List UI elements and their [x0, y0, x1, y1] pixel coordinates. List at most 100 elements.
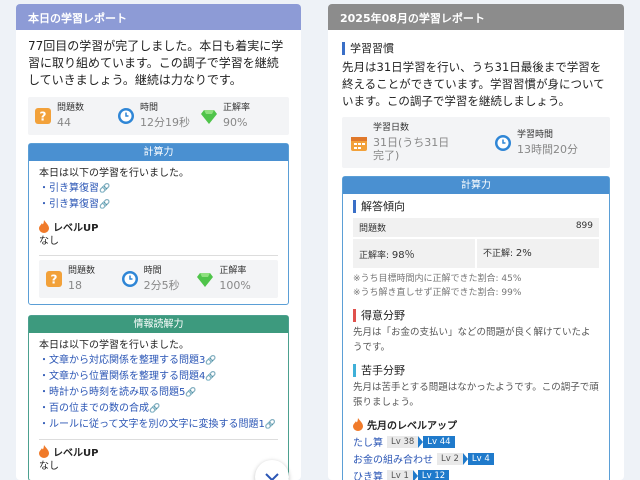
- keisan-header: 計算力: [29, 144, 288, 161]
- incorrect-rate: 不正解: 2%: [475, 239, 599, 268]
- keisan-link-2[interactable]: ・引き算復習🔗: [39, 197, 278, 213]
- divider: [39, 255, 278, 256]
- habit-title: 学習習慣: [342, 42, 610, 55]
- levelup-label: レベルUP: [53, 223, 99, 234]
- daily-report-panel: 本日の学習レポート 77回目の学習が完了しました。本日も着実に学習に取り組めてい…: [16, 4, 301, 480]
- daily-report-header: 本日の学習レポート: [16, 4, 301, 30]
- stat-label: 問題数: [57, 103, 85, 113]
- joho-link-5[interactable]: ・ルールに従って文字を別の文字に変換する問題1🔗: [39, 417, 278, 433]
- keisan-stats: ? 問題数 18 時間 2分5秒 正解率 100%: [39, 260, 278, 298]
- divider: [39, 439, 278, 440]
- stat-label: 問題数: [68, 266, 96, 276]
- level-old: Lv 2: [437, 452, 463, 465]
- level-new: Lv 44: [423, 435, 455, 448]
- stat-time: 時間 2分5秒: [121, 266, 197, 292]
- note-within-time: ※うち目標時間内に正解できた割合: 45%: [353, 274, 522, 284]
- link-text: ・文章から位置関係を整理する問題4: [39, 371, 206, 382]
- keisan-card: 計算力 本日は以下の学習を行いました。 ・引き算復習🔗 ・引き算復習🔗 レベルU…: [28, 143, 289, 305]
- stat-study-time: 学習時間 13時間20分: [458, 123, 602, 162]
- link-text: ・引き算復習: [39, 183, 99, 194]
- link-text: ・文章から対応関係を整理する問題3: [39, 355, 206, 366]
- joho-header: 情報読解力: [29, 316, 288, 333]
- monthly-report-header: 2025年08月の学習レポート: [328, 4, 624, 30]
- stat-label: 学習日数: [373, 123, 410, 133]
- flame-icon: [39, 445, 49, 458]
- stat-accuracy: 正解率 100%: [196, 266, 272, 292]
- stat-days: 学習日数 31日(うち31日完了): [350, 123, 458, 162]
- habit-text: 先月は31日学習を行い、うち31日最後まで学習を終えることができています。学習習…: [342, 60, 605, 108]
- weak-title: 苦手分野: [353, 364, 599, 377]
- stat-label: 時間: [143, 266, 162, 276]
- monthly-calc-card: 計算力 解答傾向 問題数 899 正解率: 98％ 不正解: 2% ※うち目標時…: [342, 176, 610, 480]
- trend-title: 解答傾向: [353, 200, 599, 213]
- joho-link-1[interactable]: ・文章から対応関係を整理する問題3🔗: [39, 353, 278, 369]
- weak-text: 先月は苦手とする問題はなかったようです。この調子で頑張りましょう。: [353, 382, 599, 408]
- joho-desc: 本日は以下の学習を行いました。: [39, 340, 189, 351]
- link-icon: 🔗: [185, 388, 197, 398]
- clock-icon: [121, 271, 138, 287]
- count-label: 問題数: [359, 224, 387, 234]
- level-old: Lv 1: [387, 469, 413, 480]
- clock-icon: [118, 108, 134, 124]
- joho-link-2[interactable]: ・文章から位置関係を整理する問題4🔗: [39, 369, 278, 385]
- stat-value: 12分19秒: [140, 116, 190, 129]
- levelup-label: レベルUP: [53, 448, 99, 459]
- levelup-value: なし: [39, 236, 59, 247]
- correct-value: 98％: [391, 250, 415, 261]
- question-count-row: 問題数 899: [353, 218, 599, 237]
- stat-label: 正解率: [219, 266, 247, 276]
- levelup-title: 先月のレベルアップ: [367, 421, 457, 432]
- stat-accuracy: 正解率 90%: [200, 103, 283, 129]
- svg-text:?: ?: [51, 273, 58, 287]
- link-icon: 🔗: [205, 372, 217, 382]
- link-icon: 🔗: [99, 184, 111, 194]
- rate-row: 正解率: 98％ 不正解: 2%: [353, 239, 599, 268]
- level-old: Lv 38: [387, 435, 419, 448]
- joho-link-4[interactable]: ・百の位までの数の合成🔗: [39, 401, 278, 417]
- stat-label: 正解率: [223, 103, 251, 113]
- strong-text: 先月は「お金の支払い」などの問題が良く解けていたようです。: [353, 327, 591, 353]
- level-new: Lv 4: [467, 452, 494, 465]
- question-icon: ?: [35, 108, 51, 124]
- note-no-retry: ※うち解き直しせず正解できた割合: 99%: [353, 288, 522, 298]
- link-text: ・ルールに従って文字を別の文字に変換する問題1: [39, 419, 265, 430]
- stat-value: 90%: [223, 116, 248, 129]
- strong-title: 得意分野: [353, 309, 599, 322]
- correct-rate: 正解率: 98％: [353, 239, 475, 268]
- levelup-value: なし: [39, 461, 59, 472]
- keisan-link-1[interactable]: ・引き算復習🔗: [39, 181, 278, 197]
- joho-card: 情報読解力 本日は以下の学習を行いました。 ・文章から対応関係を整理する問題3🔗…: [28, 315, 289, 480]
- stat-value: 31日(うち31日完了): [373, 136, 450, 162]
- level-row[interactable]: お金の組み合わせ Lv 2 Lv 4: [353, 451, 599, 466]
- stat-label: 学習時間: [517, 129, 554, 140]
- incorrect-value: 2%: [515, 248, 532, 259]
- level-name: お金の組み合わせ: [353, 455, 433, 466]
- stat-value: 100%: [219, 279, 251, 292]
- link-icon: 🔗: [205, 356, 217, 366]
- link-text: ・時計から時刻を読み取る問題5: [39, 387, 186, 398]
- monthly-stats: 学習日数 31日(うち31日完了) 学習時間 13時間20分: [342, 117, 610, 168]
- monthly-calc-header: 計算力: [343, 177, 609, 194]
- monthly-levelup: 先月のレベルアップ: [353, 417, 599, 432]
- stat-value: 2分5秒: [143, 279, 180, 292]
- stat-value: 44: [57, 116, 71, 129]
- flame-icon: [39, 220, 49, 233]
- clock-icon: [495, 134, 511, 151]
- flame-icon: [353, 418, 363, 431]
- joho-link-3[interactable]: ・時計から時刻を読み取る問題5🔗: [39, 385, 278, 401]
- level-name: ひき算: [353, 472, 383, 480]
- keisan-levelup: レベルUP: [39, 219, 278, 234]
- level-new: Lv 12: [417, 469, 450, 480]
- level-name: たし算: [353, 438, 383, 449]
- question-icon: ?: [46, 271, 62, 287]
- stat-time: 時間 12分19秒: [117, 103, 200, 129]
- link-icon: 🔗: [149, 404, 161, 414]
- daily-intro-text: 77回目の学習が完了しました。本日も着実に学習に取り組めています。この調子で学習…: [28, 39, 284, 87]
- keisan-desc: 本日は以下の学習を行いました。: [39, 168, 189, 179]
- calendar-icon: [351, 136, 367, 151]
- daily-stats: ? 問題数 44 時間 12分19秒 正解率 90%: [28, 97, 289, 135]
- monthly-report-panel: 2025年08月の学習レポート 学習習慣 先月は31日学習を行い、うち31日最後…: [328, 4, 624, 480]
- level-row[interactable]: たし算 Lv 38 Lv 44: [353, 434, 599, 449]
- stat-label: 時間: [140, 103, 159, 113]
- level-row[interactable]: ひき算 Lv 1 Lv 12: [353, 468, 599, 480]
